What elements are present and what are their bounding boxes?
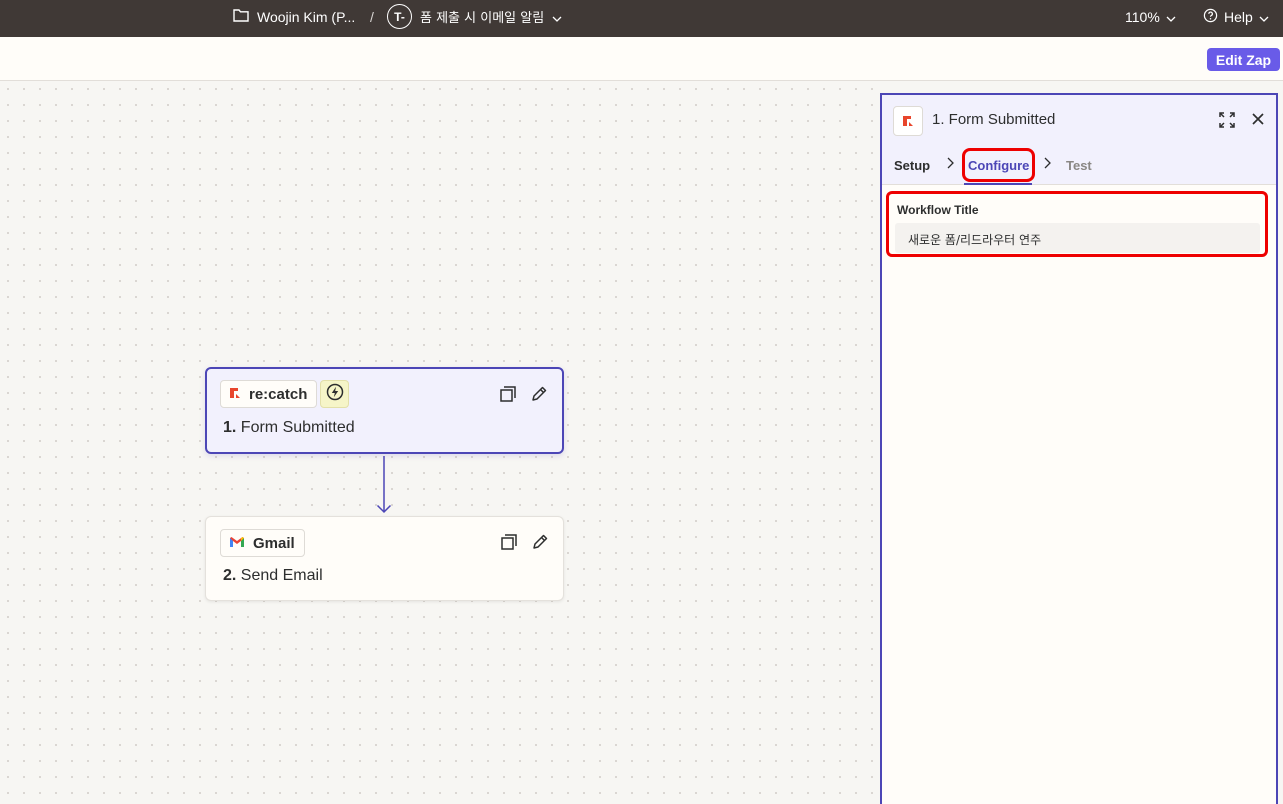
step-number: 2.	[223, 567, 237, 584]
zap-badge: T-	[387, 4, 412, 29]
app-name: Gmail	[253, 534, 295, 552]
chevron-right-icon	[946, 157, 954, 172]
lightning-icon	[326, 383, 344, 406]
chevron-down-icon	[1166, 9, 1176, 25]
edit-zap-button[interactable]: Edit Zap	[1207, 48, 1280, 71]
gmail-logo-icon	[229, 535, 245, 552]
zoom-level: 110%	[1125, 8, 1160, 25]
chevron-right-icon	[1043, 157, 1051, 172]
app-name: re:catch	[249, 385, 308, 403]
step-name: Send Email	[240, 567, 323, 584]
step-name: Form Submitted	[240, 419, 355, 436]
edit-pencil-icon[interactable]	[531, 533, 549, 551]
breadcrumb-separator: /	[370, 8, 374, 25]
zap-name-dropdown[interactable]: T- 폼 제출 시 이메일 알림	[387, 0, 562, 33]
tab-setup[interactable]: Setup	[894, 158, 930, 173]
step-card-trigger[interactable]: re:catch 1. Form Submitted	[205, 367, 564, 454]
active-tab-indicator	[964, 183, 1032, 185]
help-label: Help	[1224, 8, 1253, 25]
folder-breadcrumb[interactable]: Woojin Kim (P...	[233, 0, 355, 33]
step-title: 1. Form Submitted	[223, 419, 355, 437]
recatch-logo-icon	[229, 386, 241, 403]
tab-test[interactable]: Test	[1066, 158, 1092, 173]
step-number: 1.	[223, 419, 237, 436]
step-config-panel: 1. Form Submitted Setup Configure Test W…	[880, 93, 1278, 804]
trigger-badge	[320, 380, 349, 408]
top-bar: Woojin Kim (P... / T- 폼 제출 시 이메일 알림 110%…	[0, 0, 1283, 37]
folder-name: Woojin Kim (P...	[257, 8, 356, 25]
highlight-box-configure	[962, 148, 1035, 182]
zap-name: 폼 제출 시 이메일 알림	[420, 11, 545, 26]
duplicate-icon[interactable]	[500, 533, 518, 551]
duplicate-icon[interactable]	[499, 385, 517, 403]
edit-pencil-icon[interactable]	[530, 385, 548, 403]
app-chip-gmail: Gmail	[220, 529, 305, 557]
chevron-down-icon	[1259, 9, 1269, 25]
workflow-title-field[interactable]: 새로운 폼/리드라우터 연주	[895, 223, 1260, 253]
help-icon	[1203, 8, 1218, 26]
panel-header: 1. Form Submitted	[882, 95, 1276, 147]
folder-icon	[233, 8, 249, 25]
zoom-dropdown[interactable]: 110%	[1125, 0, 1176, 33]
panel-tabs: Setup Configure Test	[882, 147, 1276, 185]
step-connector-arrow	[376, 456, 392, 514]
close-icon[interactable]	[1251, 112, 1265, 130]
editor-toolbar	[0, 37, 1283, 81]
workflow-title-label: Workflow Title	[897, 203, 979, 217]
panel-title: 1. Form Submitted	[932, 111, 1056, 128]
step-card-action[interactable]: Gmail 2. Send Email	[205, 516, 564, 601]
recatch-logo-icon	[893, 106, 923, 136]
chevron-down-icon	[552, 9, 562, 25]
expand-icon[interactable]	[1219, 112, 1235, 133]
step-title: 2. Send Email	[223, 567, 323, 585]
app-chip-recatch: re:catch	[220, 380, 318, 408]
help-menu[interactable]: Help	[1203, 0, 1269, 33]
